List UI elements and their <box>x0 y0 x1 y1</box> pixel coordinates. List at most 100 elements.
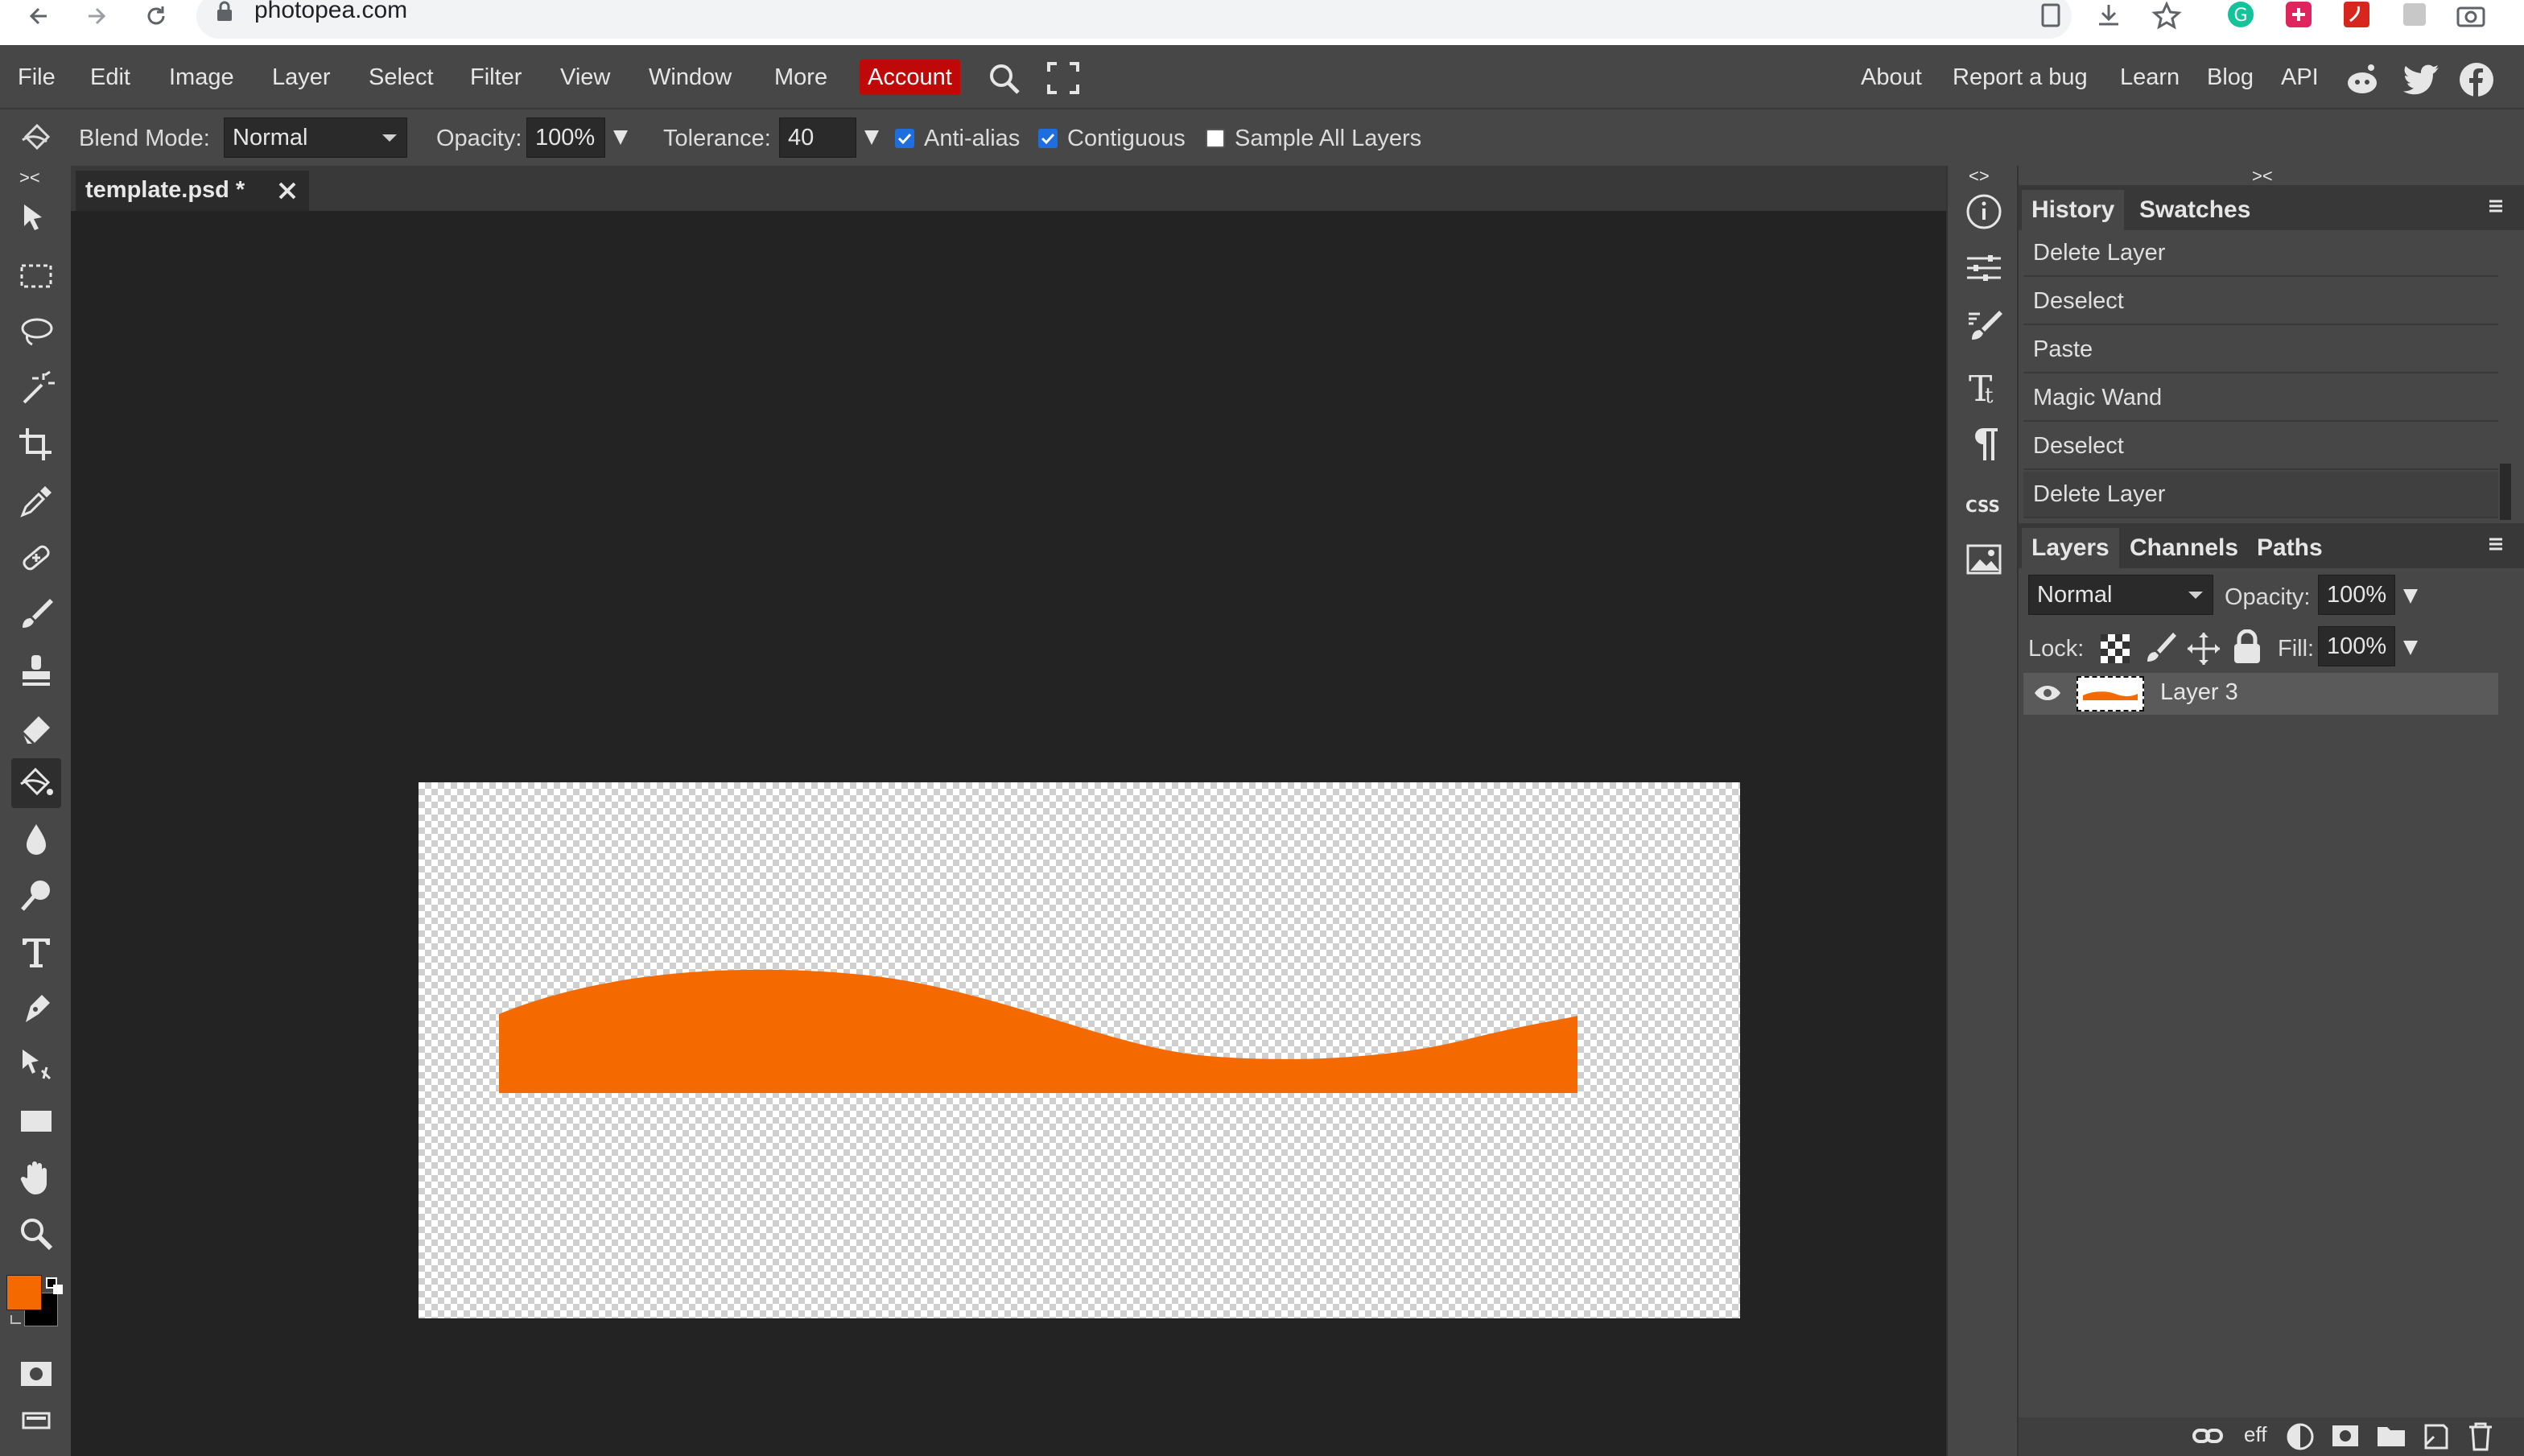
menu-view[interactable]: View <box>552 60 618 95</box>
layer-mask-icon[interactable] <box>2331 1424 2360 1448</box>
document-canvas[interactable] <box>419 782 1740 1318</box>
history-item[interactable]: Deselect <box>2023 278 2498 325</box>
history-item[interactable]: Deselect <box>2023 423 2498 470</box>
extension-icon[interactable] <box>2283 0 2315 32</box>
collapse-strip-icon[interactable]: <> <box>1969 166 1990 187</box>
star-icon[interactable] <box>2151 0 2183 32</box>
menu-file[interactable]: File <box>10 60 64 95</box>
quick-mask-icon[interactable] <box>11 1349 61 1399</box>
eyedropper-tool-icon[interactable] <box>11 476 61 526</box>
puzzle-icon[interactable] <box>2398 0 2431 32</box>
move-tool-icon[interactable] <box>11 195 61 245</box>
eraser-tool-icon[interactable] <box>11 702 61 752</box>
reddit-icon[interactable] <box>2344 61 2381 98</box>
tolerance-input[interactable]: 40 <box>779 118 856 158</box>
link-learn[interactable]: Learn <box>2120 60 2180 95</box>
swap-colors-icon[interactable] <box>8 1312 24 1328</box>
history-item[interactable]: Paste <box>2023 327 2498 373</box>
info-icon[interactable] <box>1962 190 2006 233</box>
facebook-icon[interactable] <box>2458 61 2495 98</box>
pdf-icon[interactable] <box>2340 0 2373 32</box>
adjustments-icon[interactable] <box>1962 246 2006 290</box>
lock-transparency-icon[interactable] <box>2099 633 2131 665</box>
menu-edit[interactable]: Edit <box>82 60 138 95</box>
layer-row[interactable]: Layer 3 <box>2023 673 2498 715</box>
sample-all-layers-checkbox[interactable] <box>1206 129 1225 148</box>
path-selection-tool-icon[interactable] <box>11 1040 61 1090</box>
close-tab-icon[interactable] <box>277 180 298 201</box>
delete-layer-icon[interactable] <box>2466 1421 2495 1451</box>
magic-wand-tool-icon[interactable] <box>11 364 61 414</box>
css-icon[interactable]: CSS <box>1962 485 2006 528</box>
visibility-eye-icon[interactable] <box>2033 683 2062 703</box>
clone-stamp-tool-icon[interactable] <box>11 646 61 695</box>
zoom-tool-icon[interactable] <box>11 1209 61 1259</box>
workspace[interactable] <box>71 211 1946 1456</box>
menu-image[interactable]: Image <box>161 60 242 95</box>
layer-effects-button[interactable]: eff <box>2244 1422 2266 1447</box>
paragraph-icon[interactable] <box>1962 422 2006 465</box>
tab-history[interactable]: History <box>2022 190 2125 230</box>
clipboard-icon[interactable] <box>2035 0 2067 32</box>
lock-pixels-icon[interactable] <box>2143 631 2176 665</box>
layer-opacity-dropdown-icon[interactable] <box>2402 586 2419 607</box>
address-bar[interactable]: photopea.com <box>196 0 2072 39</box>
opacity-dropdown-icon[interactable] <box>612 127 629 148</box>
new-layer-icon[interactable] <box>2421 1422 2450 1451</box>
back-icon[interactable] <box>16 0 61 32</box>
menu-select[interactable]: Select <box>361 60 442 95</box>
collapse-toolbar-icon[interactable]: >< <box>19 167 40 188</box>
tab-paths[interactable]: Paths <box>2247 528 2332 568</box>
history-item-current[interactable]: Delete Layer <box>2023 472 2498 518</box>
paint-bucket-tool-icon[interactable] <box>11 758 61 808</box>
contiguous-checkbox[interactable] <box>1038 129 1058 148</box>
lock-position-icon[interactable] <box>2186 631 2221 666</box>
marquee-tool-icon[interactable] <box>11 251 61 301</box>
link-api[interactable]: API <box>2281 60 2319 95</box>
menu-filter[interactable]: Filter <box>462 60 530 95</box>
history-item[interactable]: Delete Layer <box>2023 230 2498 277</box>
fill-input[interactable]: 100% <box>2318 626 2395 666</box>
link-report-bug[interactable]: Report a bug <box>1953 60 2088 95</box>
character-icon[interactable]: Tt <box>1962 365 2006 409</box>
hand-tool-icon[interactable] <box>11 1153 61 1202</box>
anti-alias-checkbox[interactable] <box>895 129 914 148</box>
menu-layer[interactable]: Layer <box>264 60 339 95</box>
search-icon[interactable] <box>987 61 1022 97</box>
account-button[interactable]: Account <box>860 60 960 95</box>
type-tool-icon[interactable] <box>11 927 61 977</box>
history-item[interactable]: Magic Wand <box>2023 375 2498 422</box>
reload-icon[interactable] <box>134 0 179 32</box>
menu-window[interactable]: Window <box>641 60 740 95</box>
fullscreen-icon[interactable] <box>1046 61 1080 95</box>
blend-mode-select[interactable]: Normal <box>224 118 407 158</box>
rectangle-tool-icon[interactable] <box>11 1096 61 1146</box>
brush-tool-icon[interactable] <box>11 589 61 639</box>
adjustment-layer-icon[interactable] <box>2286 1422 2315 1451</box>
opacity-input[interactable]: 100% <box>526 118 605 158</box>
twitter-icon[interactable] <box>2403 63 2440 95</box>
image-icon[interactable] <box>1962 538 2006 581</box>
link-blog[interactable]: Blog <box>2207 60 2254 95</box>
history-scrollbar[interactable] <box>2500 464 2511 520</box>
lock-all-icon[interactable] <box>2231 629 2263 665</box>
pen-tool-icon[interactable] <box>11 984 61 1033</box>
screen-mode-icon[interactable] <box>11 1396 61 1446</box>
forward-icon[interactable] <box>74 0 119 32</box>
history-menu-icon[interactable] <box>2487 198 2505 216</box>
link-about[interactable]: About <box>1861 60 1922 95</box>
collapse-panels-icon[interactable]: >< <box>2252 166 2273 187</box>
layer-opacity-input[interactable]: 100% <box>2318 575 2395 615</box>
blur-tool-icon[interactable] <box>11 815 61 864</box>
healing-brush-tool-icon[interactable] <box>11 533 61 583</box>
foreground-color-swatch[interactable] <box>6 1275 42 1310</box>
fill-dropdown-icon[interactable] <box>2402 637 2419 658</box>
new-group-icon[interactable] <box>2376 1424 2406 1448</box>
link-layers-icon[interactable] <box>2192 1425 2223 1446</box>
download-icon[interactable] <box>2093 0 2125 32</box>
crop-tool-icon[interactable] <box>11 420 61 470</box>
menu-more[interactable]: More <box>766 60 835 95</box>
layers-menu-icon[interactable] <box>2487 536 2505 554</box>
camera-icon[interactable] <box>2455 0 2487 32</box>
dodge-tool-icon[interactable] <box>11 871 61 921</box>
